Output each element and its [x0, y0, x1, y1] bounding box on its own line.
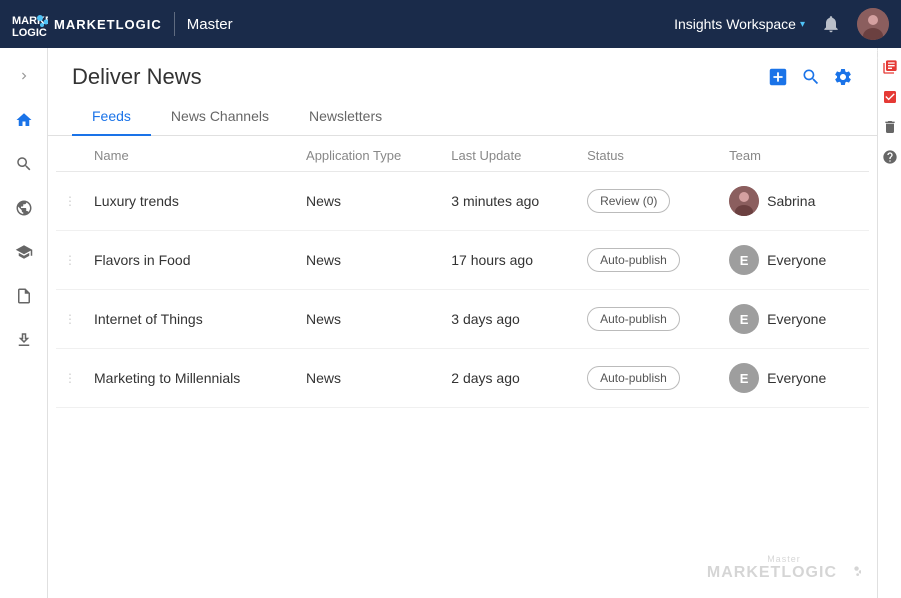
drag-handle[interactable]: ⋮ — [56, 349, 86, 408]
team-avatar — [729, 186, 759, 216]
workspace-caret-icon: ▾ — [800, 19, 805, 30]
watermark: Master MARKETLOGIC — [707, 554, 861, 582]
right-panel — [877, 48, 901, 598]
sidebar-collapse-button[interactable] — [4, 56, 44, 96]
col-app-type: Application Type — [298, 136, 443, 172]
tab-feeds[interactable]: Feeds — [72, 98, 151, 136]
feed-name: Marketing to Millennials — [86, 349, 298, 408]
status-cell: Auto-publish — [579, 349, 721, 408]
status-badge: Auto-publish — [587, 248, 680, 272]
team-cell: Sabrina — [721, 172, 869, 231]
workspace-selector[interactable]: Insights Workspace ▾ — [674, 16, 805, 32]
feeds-table: Name Application Type Last Update Status… — [56, 136, 869, 408]
col-drag — [56, 136, 86, 172]
col-name: Name — [86, 136, 298, 172]
feed-name: Luxury trends — [86, 172, 298, 231]
panel-help-button[interactable] — [879, 146, 901, 168]
left-sidebar — [0, 48, 48, 598]
sidebar-learn-button[interactable] — [4, 232, 44, 272]
sidebar-upload-button[interactable] — [4, 320, 44, 360]
watermark-main: MARKETLOGIC — [707, 564, 861, 582]
team-cell: E Everyone — [721, 290, 869, 349]
last-update: 3 minutes ago — [443, 172, 579, 231]
team-name: Everyone — [767, 370, 826, 386]
workspace-label: Insights Workspace — [674, 16, 796, 32]
team-name: Everyone — [767, 252, 826, 268]
table-row[interactable]: ⋮Flavors in FoodNews17 hours ago Auto-pub… — [56, 231, 869, 290]
panel-library-button[interactable] — [879, 56, 901, 78]
feeds-table-container: Name Application Type Last Update Status… — [48, 136, 877, 598]
sidebar-search-button[interactable] — [4, 144, 44, 184]
brand-icon: MARKET LOGIC — [12, 10, 48, 38]
team-name: Sabrina — [767, 193, 815, 209]
panel-tasks-button[interactable] — [879, 86, 901, 108]
team-name: Everyone — [767, 311, 826, 327]
drag-handle[interactable]: ⋮ — [56, 290, 86, 349]
drag-handle[interactable]: ⋮ — [56, 231, 86, 290]
app-body: Deliver News — [0, 48, 901, 598]
notifications-button[interactable] — [821, 14, 841, 34]
panel-trash-button[interactable] — [879, 116, 901, 138]
status-cell: Auto-publish — [579, 231, 721, 290]
col-team: Team — [721, 136, 869, 172]
last-update: 17 hours ago — [443, 231, 579, 290]
settings-button[interactable] — [833, 67, 853, 87]
nav-divider — [174, 12, 175, 36]
sidebar-globe-button[interactable] — [4, 188, 44, 228]
last-update: 2 days ago — [443, 349, 579, 408]
page-title: Deliver News — [72, 64, 202, 90]
status-badge: Review (0) — [587, 189, 670, 213]
main-content: Deliver News — [48, 48, 877, 598]
master-label: Master — [187, 16, 233, 33]
team-cell: E Everyone — [721, 231, 869, 290]
team-avatar: E — [729, 245, 759, 275]
col-status: Status — [579, 136, 721, 172]
brand-logo[interactable]: MARKET LOGIC MARKETLOGIC — [12, 10, 162, 38]
watermark-sub: Master — [707, 554, 861, 564]
drag-handle[interactable]: ⋮ — [56, 172, 86, 231]
status-badge: Auto-publish — [587, 307, 680, 331]
top-navbar: MARKET LOGIC MARKETLOGIC Master Insights… — [0, 0, 901, 48]
header-actions — [767, 66, 853, 88]
svg-text:LOGIC: LOGIC — [12, 27, 47, 38]
status-cell: Auto-publish — [579, 290, 721, 349]
search-button[interactable] — [801, 67, 821, 87]
nav-left: MARKET LOGIC MARKETLOGIC Master — [12, 10, 233, 38]
table-row[interactable]: ⋮Marketing to MillennialsNews2 days ago A… — [56, 349, 869, 408]
team-avatar: E — [729, 363, 759, 393]
app-type: News — [298, 349, 443, 408]
feed-name: Flavors in Food — [86, 231, 298, 290]
table-body: ⋮Luxury trendsNews3 minutes agoReview (0… — [56, 172, 869, 408]
team-avatar: E — [729, 304, 759, 334]
page-header: Deliver News — [48, 48, 877, 90]
table-header: Name Application Type Last Update Status… — [56, 136, 869, 172]
table-row[interactable]: ⋮Internet of ThingsNews3 days ago Auto-pu… — [56, 290, 869, 349]
tab-newsletters[interactable]: Newsletters — [289, 98, 402, 136]
nav-right: Insights Workspace ▾ ☞ — [674, 8, 889, 40]
sidebar-documents-button[interactable] — [4, 276, 44, 316]
app-type: News — [298, 172, 443, 231]
user-avatar[interactable] — [857, 8, 889, 40]
sidebar-home-button[interactable] — [4, 100, 44, 140]
status-cell: Review (0) — [579, 172, 721, 231]
tab-news-channels[interactable]: News Channels — [151, 98, 289, 136]
col-last-update: Last Update — [443, 136, 579, 172]
last-update: 3 days ago — [443, 290, 579, 349]
status-badge: Auto-publish — [587, 366, 680, 390]
tabs-bar: Feeds News Channels Newsletters — [48, 98, 877, 136]
team-cell: E Everyone — [721, 349, 869, 408]
brand-text: MARKETLOGIC — [54, 17, 162, 32]
app-type: News — [298, 231, 443, 290]
app-type: News — [298, 290, 443, 349]
table-row[interactable]: ⋮Luxury trendsNews3 minutes ago Review (0… — [56, 172, 869, 231]
feed-name: Internet of Things — [86, 290, 298, 349]
add-button[interactable] — [767, 66, 789, 88]
